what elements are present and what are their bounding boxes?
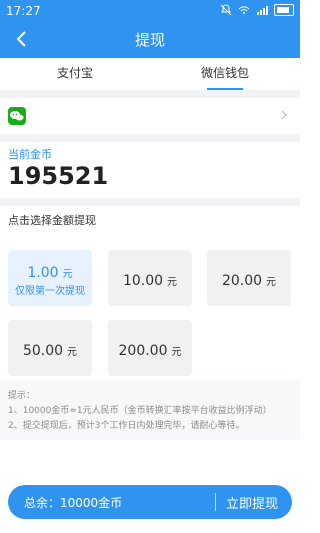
bottom-action-bar: 总余：10000金币 立即提现 (8, 485, 292, 519)
amount-unit: 元 (62, 269, 73, 280)
amount-option-1[interactable]: 1.00 元 仅限第一次提现 (8, 250, 92, 306)
signal-icon (256, 4, 268, 16)
status-icons (220, 4, 294, 16)
withdraw-button[interactable]: 立即提现 (226, 493, 278, 512)
wechat-icon (8, 107, 26, 125)
wifi-icon (238, 4, 250, 16)
amount-unit: 元 (167, 277, 178, 288)
bottom-divider (215, 493, 216, 511)
amount-option-50[interactable]: 50.00 元 (8, 320, 92, 376)
current-gold-value: 195521 (8, 162, 109, 190)
chevron-right-icon (278, 109, 290, 121)
battery-icon (274, 4, 294, 16)
tips-line-1: 1、10000金币≈1元人民币（金币转换汇率按平台收益比例浮动） (8, 406, 272, 416)
current-gold-label: 当前金币 (8, 148, 52, 161)
status-bar: 17:27 (0, 0, 300, 20)
divider (0, 198, 300, 206)
divider (0, 134, 300, 142)
divider (0, 90, 300, 98)
total-balance: 总余：10000金币 (24, 496, 123, 510)
amount-line: 10.00 元 (108, 270, 192, 289)
amount-selection: 点击选择金额提现 1.00 元 仅限第一次提现 10.00 元 20.00 元 50.… (0, 206, 300, 378)
tips-section: 提示： 1、10000金币≈1元人民币（金币转换汇率按平台收益比例浮动） 2、提… (0, 380, 300, 440)
page-title: 提现 (134, 31, 165, 49)
amount-option-10[interactable]: 10.00 元 (108, 250, 192, 306)
amount-selection-title: 点击选择金额提现 (8, 214, 96, 227)
tab-alipay[interactable]: 支付宝 (0, 58, 150, 90)
amount-option-20[interactable]: 20.00 元 (207, 250, 291, 306)
amount-line: 1.00 元 (8, 262, 92, 281)
amount-value: 20.00 (221, 273, 263, 289)
amount-value: 10.00 (122, 273, 164, 289)
amount-option-200[interactable]: 200.00 元 (108, 320, 192, 376)
amount-line: 50.00 元 (8, 340, 92, 359)
amount-unit: 元 (67, 347, 78, 358)
nav-bar: 提现 (0, 20, 300, 58)
tab-wechat[interactable]: 微信钱包 (150, 58, 300, 90)
amount-value: 1.00 (27, 265, 59, 281)
payment-tabs: 支付宝 微信钱包 (0, 58, 300, 91)
status-time: 17:27 (6, 4, 41, 18)
current-gold-section: 当前金币 195521 (0, 142, 300, 198)
amount-unit: 元 (171, 347, 182, 358)
amount-line: 200.00 元 (108, 340, 192, 359)
amount-value: 200.00 (118, 343, 168, 359)
bell-off-icon (220, 4, 232, 16)
tips-line-2: 2、提交提现后，预计3个工作日内处理完毕，请耐心等待。 (8, 421, 245, 431)
amount-unit: 元 (266, 277, 277, 288)
amount-value: 50.00 (22, 343, 64, 359)
amount-note: 仅限第一次提现 (15, 286, 85, 297)
amount-line: 20.00 元 (207, 270, 291, 289)
wechat-channel-row[interactable] (0, 98, 300, 134)
header: 17:27 提现 (0, 0, 300, 58)
tips-title: 提示： (8, 391, 36, 401)
